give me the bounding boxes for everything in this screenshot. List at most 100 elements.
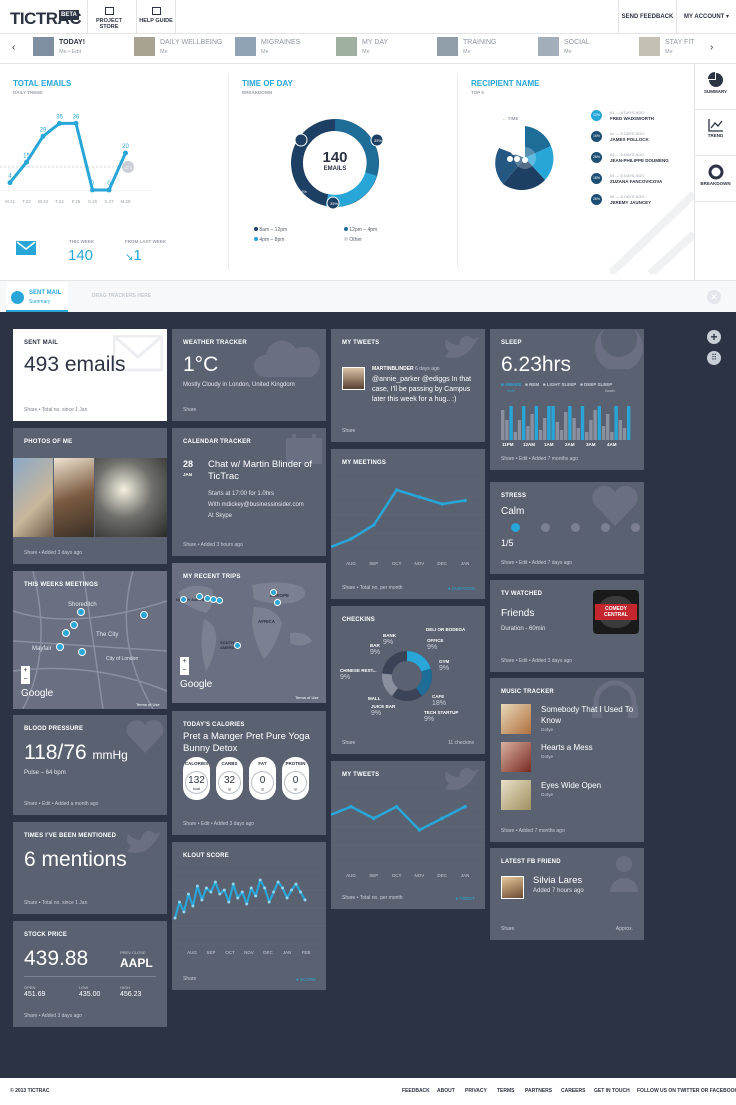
data-point — [182, 910, 186, 914]
sleep-bar — [559, 430, 564, 440]
chevron-left-icon[interactable]: ‹ — [12, 42, 15, 53]
weeks-meetings-map-card[interactable]: THIS WEEKS MEETINGS Shoreditch The City … — [13, 571, 167, 709]
stock-price-card[interactable]: STOCK PRICE 439.88 PREV CLOSE AAPL OPEN … — [13, 921, 167, 1027]
recipient-item[interactable]: 16% #2 — 5 DAYS AGO JAMES POLLOCK — [591, 131, 691, 149]
breakdown-view-button[interactable]: BREAKDOWN — [694, 156, 736, 202]
map-pin[interactable] — [180, 596, 187, 603]
footer-link[interactable]: GET IN TOUCH — [594, 1088, 630, 1094]
klout-score-card[interactable]: KLOUT SCORE Share ● SCORE AUG SEP OCT NOV DE… — [172, 842, 326, 990]
close-icon[interactable]: ✕ — [707, 290, 721, 304]
sleep-bar — [555, 422, 559, 440]
stress-level-dot[interactable] — [511, 523, 520, 532]
map-pin[interactable] — [77, 608, 85, 616]
stress-level-dot[interactable] — [631, 523, 640, 532]
chevron-right-icon[interactable]: › — [710, 42, 713, 53]
stress-card[interactable]: STRESS Calm 1/5 Share • Edit • Added 7 d… — [490, 482, 644, 574]
trend-view-button[interactable]: TREND — [694, 110, 736, 156]
map-pin[interactable] — [196, 593, 203, 600]
card-title: STOCK PRICE — [24, 932, 68, 938]
dashboard-tab[interactable]: MY DAY Me — [336, 37, 431, 61]
song-title[interactable]: Eyes Wide Open — [541, 780, 641, 791]
calories-card[interactable]: TODAY'S CALORIES Pret a Manger Pret Pure… — [172, 711, 326, 835]
tweets-trend-card[interactable]: MY TWEETS Share • Total no. per month ● … — [331, 761, 485, 909]
footer-link[interactable]: PRIVACY — [465, 1088, 487, 1094]
send-feedback-button[interactable]: SEND FEEDBACK — [618, 0, 676, 34]
blood-pressure-card[interactable]: BLOOD PRESSURE 118/76 mmHg Pulse – 64 bp… — [13, 715, 167, 815]
stress-level-dot[interactable] — [601, 523, 610, 532]
stress-level-dot[interactable] — [541, 523, 550, 532]
sleep-card[interactable]: SLEEP 6.23hrs ■ AWAKE ■ REM ■ LIGHT SLEE… — [490, 329, 644, 470]
song-title[interactable]: Hearts a Mess — [541, 742, 641, 753]
my-tweets-card[interactable]: MY TWEETS MARTINBLINDER 6 days ago @anni… — [331, 329, 485, 442]
tab-sub: Me — [160, 49, 168, 55]
footer-link[interactable]: TERMS — [497, 1088, 515, 1094]
google-logo: Google — [180, 679, 213, 690]
weather-card[interactable]: WEATHER TRACKER 1°C Mostly Cloudy in Lon… — [172, 329, 326, 421]
map-pin[interactable] — [140, 611, 148, 619]
map-pin[interactable] — [234, 642, 241, 649]
summary-view-button[interactable]: SUMMARY — [694, 64, 736, 110]
recipient-item[interactable]: 12% #1 — 6 DAYS AGO FRED WADSWORTH — [591, 110, 691, 128]
terms-link[interactable]: Terms of Use — [136, 702, 160, 707]
album-art[interactable] — [501, 742, 531, 772]
calendar-card[interactable]: CALENDAR TRACKER 28 JAN Chat w/ Martin B… — [172, 428, 326, 556]
zoom-controls[interactable]: + − — [180, 657, 189, 675]
avatar[interactable] — [501, 876, 524, 899]
map-pin[interactable] — [78, 648, 86, 656]
recipient-item[interactable]: 28% #3 — 6 DAYS AGO JEAN-PHILIPPE DOUMENG — [591, 152, 691, 170]
help-guide-button[interactable]: HELP GUIDE — [136, 0, 176, 34]
footer-link[interactable]: FEEDBACK — [402, 1088, 430, 1094]
sleep-bar — [547, 406, 551, 440]
photo-thumbnail[interactable] — [13, 458, 53, 537]
album-art[interactable] — [501, 780, 531, 810]
event-with: With mdickey@businessinsider.com — [208, 502, 304, 508]
footer-link[interactable]: PARTNERS — [525, 1088, 552, 1094]
footer-link[interactable]: ABOUT — [437, 1088, 455, 1094]
avatar[interactable] — [342, 367, 365, 390]
footer-link[interactable]: FOLLOW US ON TWITTER OR FACEBOOK — [637, 1088, 736, 1094]
dashboard-tab[interactable]: DAILY WELLBEING Me — [134, 37, 229, 61]
mentions-card[interactable]: TIMES I'VE BEEN MENTIONED 6 mentions Sha… — [13, 822, 167, 914]
tab-sub: Me — [261, 49, 269, 55]
map-pin[interactable] — [216, 597, 223, 604]
map-pin[interactable] — [56, 643, 64, 651]
x-tick-label: S.26 — [88, 199, 98, 204]
my-account-menu[interactable]: MY ACCOUNT ▾ — [676, 0, 736, 34]
dashboard-tab[interactable]: STAY FIT Me — [639, 37, 734, 61]
dashboard-tab[interactable]: TRAINING Me — [437, 37, 532, 61]
checkin-label: MALL — [368, 696, 381, 701]
my-meetings-card[interactable]: MY MEETINGS Share • Total no. per month … — [331, 449, 485, 599]
photos-card[interactable]: PHOTOS OF ME Share • Added 3 days ago — [13, 428, 167, 564]
checkins-card[interactable]: CHECKINS Share 11 checkins BANK 9% DELI OR… — [331, 606, 485, 754]
photo-thumbnail[interactable] — [95, 458, 167, 537]
dashboard-tab[interactable]: TODAY! Me • Edit — [33, 37, 128, 61]
add-tracker-button[interactable]: + — [707, 330, 721, 344]
selected-tracker-bar: SENT MAIL Summary DRAG TRACKERS HERE ✕ — [0, 280, 736, 312]
song-title[interactable]: Somebody That I Used To Know — [541, 704, 641, 726]
tweet-user[interactable]: MARTINBLINDER 6 days ago — [372, 366, 440, 372]
tv-watched-card[interactable]: TV WATCHED Friends Duration - 60min COME… — [490, 580, 644, 672]
map-pin[interactable] — [70, 621, 78, 629]
map-pin[interactable] — [274, 599, 281, 606]
x-tick-label: OCT — [225, 950, 235, 955]
grid-view-button[interactable]: ⠿ — [707, 351, 721, 365]
facebook-friend-card[interactable]: LATEST FB FRIEND Silvia Lares Added 7 ho… — [490, 848, 644, 940]
map-pin[interactable] — [270, 589, 277, 596]
friend-name[interactable]: Silvia Lares — [533, 875, 582, 886]
stress-level-dot[interactable] — [571, 523, 580, 532]
music-tracker-card[interactable]: MUSIC TRACKER Share • Added 7 months ago… — [490, 678, 644, 842]
sent-mail-card[interactable]: SENT MAIL 493 emails Share • Total no. s… — [13, 329, 167, 421]
album-art[interactable] — [501, 704, 531, 734]
terms-link[interactable]: Terms of Use — [295, 695, 319, 700]
zoom-controls[interactable]: + − — [21, 666, 30, 684]
dashboard-tab[interactable]: SOCIAL Me — [538, 37, 633, 61]
project-store-button[interactable]: PROJECT STORE — [87, 0, 130, 34]
footer-link[interactable]: CAREERS — [561, 1088, 585, 1094]
photo-thumbnail[interactable] — [54, 458, 94, 537]
total-emails-title: TOTAL EMAILS — [13, 79, 72, 88]
recent-trips-map-card[interactable]: MY RECENT TRIPS NORTH AMERICA EUROPE AFR… — [172, 563, 326, 703]
map-pin[interactable] — [62, 629, 70, 637]
dashboard-tab[interactable]: MIGRAINES Me — [235, 37, 330, 61]
recipient-pct: 16% — [591, 131, 602, 142]
sent-mail-tab[interactable]: SENT MAIL Summary — [6, 282, 68, 312]
